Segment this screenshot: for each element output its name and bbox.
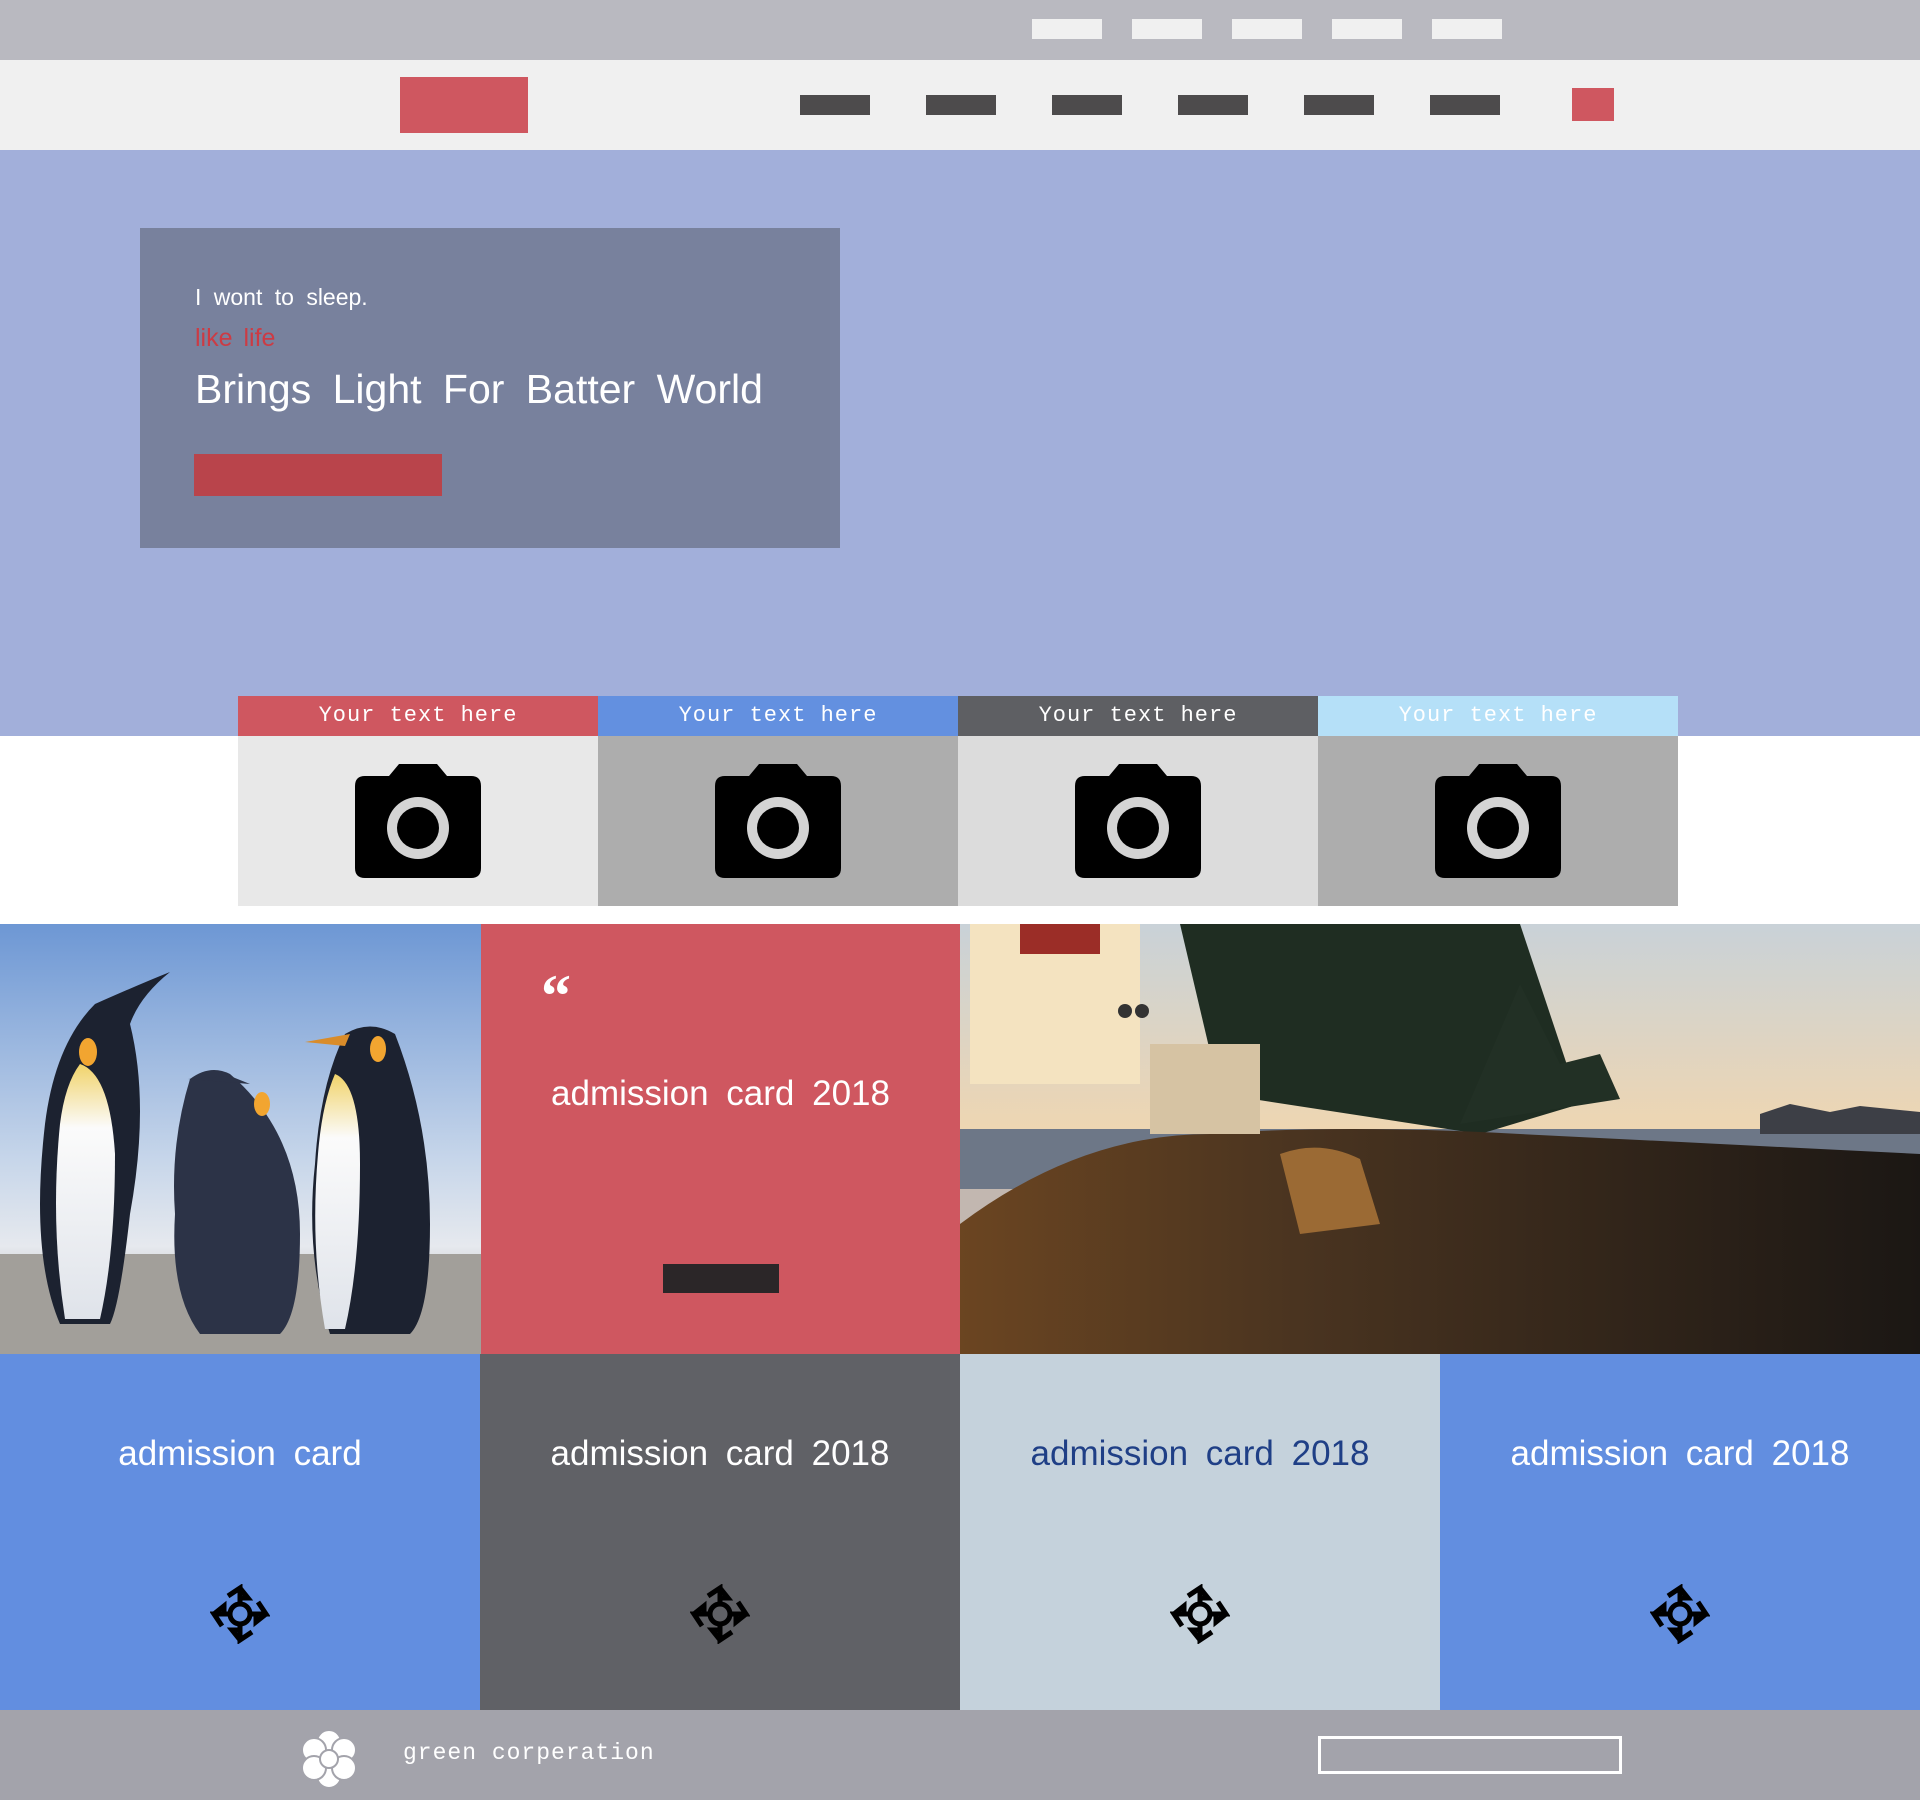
hero-panel: I wont to sleep. like life Brings Light … [140, 228, 840, 548]
top-utility-bar [0, 0, 1920, 60]
camera-icon [1075, 764, 1201, 878]
target-icon [1650, 1584, 1710, 1644]
main-nav [0, 60, 1920, 150]
tile-header: Your text here [598, 696, 958, 736]
card-title: admission card [118, 1434, 362, 1473]
card-title: admission card 2018 [1510, 1434, 1850, 1473]
admission-card-4[interactable]: admission card 2018 [1440, 1354, 1920, 1710]
hero-cta-button[interactable] [194, 454, 442, 496]
quote-card-title: admission card 2018 [551, 1074, 890, 1113]
feature-tile-3[interactable]: Your text here [958, 696, 1318, 906]
tile-body [238, 736, 598, 906]
card-title: admission card 2018 [1030, 1434, 1370, 1473]
tile-body [958, 736, 1318, 906]
penguins-photo [0, 924, 481, 1354]
tile-body [598, 736, 958, 906]
quote-card: “ admission card 2018 [481, 924, 960, 1354]
admission-card-1[interactable]: admission card [0, 1354, 480, 1710]
admission-card-2[interactable]: admission card 2018 [480, 1354, 960, 1710]
target-icon [1170, 1584, 1230, 1644]
quote-mark: “ [541, 963, 571, 1029]
feature-tile-2[interactable]: Your text here [598, 696, 958, 906]
tile-header: Your text here [238, 696, 598, 736]
camera-icon [1435, 764, 1561, 878]
hero-subtitle: I wont to sleep. [195, 284, 368, 310]
company-name: green corperation [403, 1740, 655, 1766]
nav-item-4[interactable] [1178, 95, 1248, 115]
flower-icon [301, 1729, 357, 1789]
top-link-2[interactable] [1132, 19, 1202, 39]
lighthouse-photo [960, 924, 1920, 1354]
target-icon [690, 1584, 750, 1644]
nav-item-1[interactable] [800, 95, 870, 115]
target-icon [210, 1584, 270, 1644]
hero-section: I wont to sleep. like life Brings Light … [0, 150, 1920, 736]
footer: green corperation [0, 1710, 1920, 1800]
logo-placeholder[interactable] [400, 77, 528, 133]
top-link-5[interactable] [1432, 19, 1502, 39]
card-title: admission card 2018 [550, 1434, 890, 1473]
footer-input[interactable] [1318, 1736, 1622, 1774]
hero-tagline: like life [195, 324, 276, 352]
tile-body [1318, 736, 1678, 906]
top-link-4[interactable] [1332, 19, 1402, 39]
nav-item-2[interactable] [926, 95, 996, 115]
top-link-3[interactable] [1232, 19, 1302, 39]
top-link-1[interactable] [1032, 19, 1102, 39]
tile-header: Your text here [958, 696, 1318, 736]
tile-header: Your text here [1318, 696, 1678, 736]
admission-card-3[interactable]: admission card 2018 [960, 1354, 1440, 1710]
quote-card-button[interactable] [663, 1264, 779, 1293]
feature-tile-4[interactable]: Your text here [1318, 696, 1678, 906]
feature-tile-1[interactable]: Your text here [238, 696, 598, 906]
camera-icon [355, 764, 481, 878]
camera-icon [715, 764, 841, 878]
nav-item-6[interactable] [1430, 95, 1500, 115]
nav-cta-button[interactable] [1572, 88, 1614, 121]
hero-title: Brings Light For Batter World [195, 366, 763, 412]
nav-item-5[interactable] [1304, 95, 1374, 115]
nav-item-3[interactable] [1052, 95, 1122, 115]
